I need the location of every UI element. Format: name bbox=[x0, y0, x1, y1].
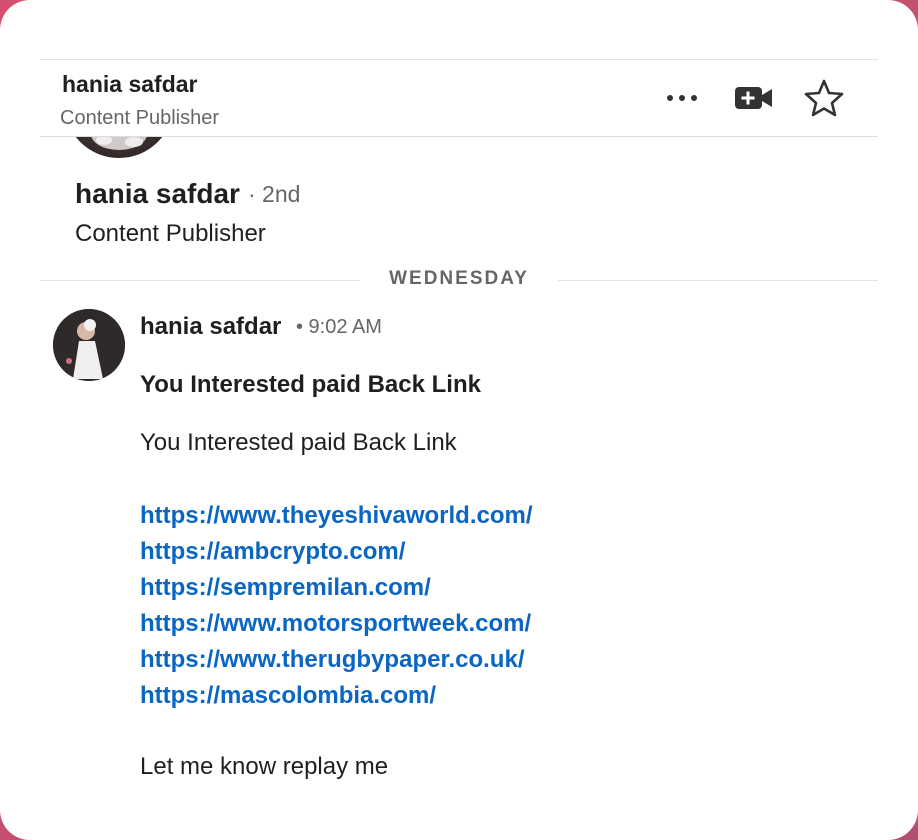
more-icon bbox=[667, 95, 673, 101]
conversation-card: hania safdar Content Publisher hania saf… bbox=[0, 0, 918, 840]
message-link[interactable]: https://ambcrypto.com/ bbox=[140, 538, 405, 566]
video-call-button[interactable] bbox=[732, 80, 776, 116]
message-sender[interactable]: hania safdar bbox=[140, 313, 281, 341]
video-call-icon bbox=[735, 87, 772, 109]
header-name[interactable]: hania safdar bbox=[62, 71, 198, 98]
star-button[interactable] bbox=[802, 79, 846, 117]
connection-degree: · 2nd bbox=[248, 181, 301, 207]
more-options-button[interactable] bbox=[660, 80, 704, 116]
conversation-header: hania safdar Content Publisher bbox=[40, 59, 878, 137]
profile-name[interactable]: hania safdar bbox=[75, 178, 240, 210]
message-link[interactable]: https://www.motorsportweek.com/ bbox=[140, 610, 531, 638]
star-icon bbox=[804, 79, 844, 117]
message-body-intro: You Interested paid Back Link bbox=[140, 429, 457, 456]
message-closing: Let me know replay me bbox=[140, 753, 389, 780]
profile-title: Content Publisher bbox=[75, 220, 266, 247]
divider-line-right bbox=[558, 280, 878, 281]
message-link[interactable]: https://www.theyeshivaworld.com/ bbox=[140, 502, 533, 530]
header-title: Content Publisher bbox=[60, 107, 219, 129]
message-time: • 9:02 AM bbox=[296, 316, 382, 338]
day-divider-label: WEDNESDAY bbox=[389, 268, 529, 289]
message-link[interactable]: https://sempremilan.com/ bbox=[140, 574, 431, 602]
divider-line-left bbox=[40, 280, 360, 281]
message-link[interactable]: https://mascolombia.com/ bbox=[140, 682, 436, 710]
message-subject: You Interested paid Back Link bbox=[140, 371, 481, 398]
sender-avatar[interactable] bbox=[53, 309, 125, 381]
message-link[interactable]: https://www.therugbypaper.co.uk/ bbox=[140, 646, 524, 674]
